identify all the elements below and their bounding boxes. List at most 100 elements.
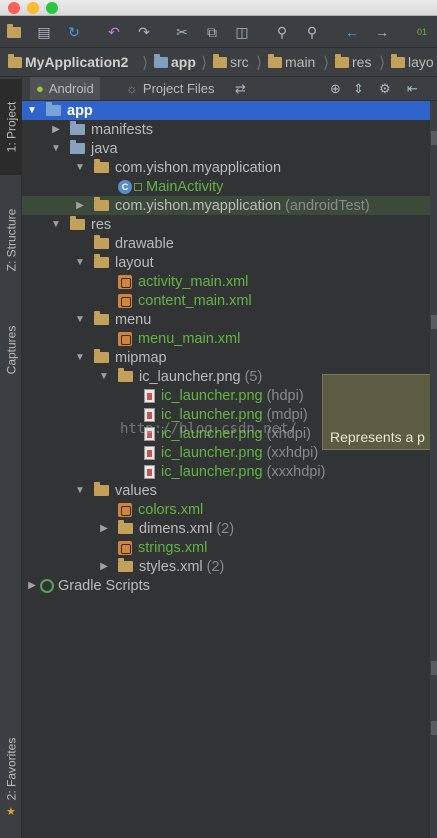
folder-icon xyxy=(70,121,85,135)
image-file-icon xyxy=(144,464,155,479)
values-xml-icon xyxy=(118,540,132,555)
watermark: http://blog.csdn.net/ xyxy=(120,421,298,437)
folder-icon xyxy=(70,140,85,154)
android-icon: ● xyxy=(36,81,44,96)
expanded-arrow-icon: ▼ xyxy=(75,485,85,496)
tree-node-package-main[interactable]: ▼ com.yishon.myapplication xyxy=(22,158,430,177)
view-switcher-arrows-icon[interactable]: ⇄ xyxy=(235,81,246,97)
image-file-icon xyxy=(144,407,155,422)
folder-icon xyxy=(70,216,85,230)
collapsed-arrow-icon: ▶ xyxy=(100,523,108,534)
find-icon[interactable]: ⚲ xyxy=(274,24,290,40)
breadcrumb-item-app[interactable]: app xyxy=(154,54,196,70)
tree-node-menu[interactable]: ▼ menu xyxy=(22,310,430,329)
tree-node-content-main-xml[interactable]: content_main.xml xyxy=(22,291,430,310)
class-icon: C xyxy=(118,179,132,194)
gradle-icon xyxy=(40,578,54,593)
forward-icon[interactable]: → xyxy=(374,24,390,40)
breadcrumb-item-layout[interactable]: layo xyxy=(391,54,434,70)
left-tool-window-bar: 1: Project Z: Structure Captures 2: Favo… xyxy=(0,77,22,838)
scroll-marker xyxy=(431,131,437,145)
tree-node-ic-launcher-xxxhdpi[interactable]: ic_launcher.png (xxxhdpi) xyxy=(22,462,430,481)
project-tree: ▼ app ▶ manifests ▼ java ▼ com.yishon.my… xyxy=(22,101,430,838)
tree-node-colors-xml[interactable]: colors.xml xyxy=(22,500,430,519)
tree-node-res[interactable]: ▼ res xyxy=(22,215,430,234)
scroll-from-source-icon[interactable]: ⊕ xyxy=(330,81,341,97)
hide-panel-icon[interactable]: ⇤ xyxy=(407,81,418,97)
tree-node-drawable[interactable]: drawable xyxy=(22,234,430,253)
star-icon: ★ xyxy=(6,806,16,818)
tab-project[interactable]: 1: Project xyxy=(0,79,22,175)
scroll-marker xyxy=(431,661,437,675)
main-toolbar: ▤ ↻ ↶ ↷ ✂ ⧉ ◫ ⚲ ⚲ ← → 01 xyxy=(0,16,437,48)
lock-icon xyxy=(134,182,142,191)
module-folder-icon xyxy=(46,102,61,116)
replace-icon[interactable]: ⚲ xyxy=(304,24,320,40)
folder-icon xyxy=(94,235,109,249)
tree-node-menu-main-xml[interactable]: menu_main.xml xyxy=(22,329,430,348)
minimize-window-button[interactable] xyxy=(27,2,39,14)
tab-structure[interactable]: Z: Structure xyxy=(0,185,22,295)
tree-node-layout[interactable]: ▼ layout xyxy=(22,253,430,272)
breadcrumb-item-res[interactable]: res xyxy=(335,54,371,70)
tree-node-app[interactable]: ▼ app xyxy=(22,101,430,120)
collapse-all-icon[interactable]: ⇕ xyxy=(353,81,364,97)
tree-node-strings-xml[interactable]: strings.xml xyxy=(22,538,430,557)
build-icon[interactable]: 01 xyxy=(414,24,430,40)
folder-icon xyxy=(118,368,133,382)
layout-xml-icon xyxy=(118,274,132,289)
breadcrumb-item-src[interactable]: src xyxy=(213,54,249,70)
copy-icon[interactable]: ⧉ xyxy=(204,24,220,40)
breadcrumb-item-main[interactable]: main xyxy=(268,54,315,70)
back-icon[interactable]: ← xyxy=(344,24,360,40)
gear-icon[interactable]: ⚙ xyxy=(379,81,391,97)
layout-xml-icon xyxy=(118,293,132,308)
collapsed-arrow-icon: ▶ xyxy=(52,124,60,135)
folder-icon xyxy=(268,54,282,68)
tree-node-styles-xml[interactable]: ▶ styles.xml (2) xyxy=(22,557,430,576)
breadcrumb-separator-icon: ⟩ xyxy=(201,55,208,72)
window-titlebar xyxy=(0,0,437,16)
breadcrumb-item-project[interactable]: MyApplication2 xyxy=(8,54,128,70)
scroll-marker xyxy=(431,721,437,735)
tree-node-manifests[interactable]: ▶ manifests xyxy=(22,120,430,139)
vertical-scrollbar[interactable] xyxy=(430,101,437,838)
image-file-icon xyxy=(144,445,155,460)
package-icon xyxy=(94,197,109,211)
folder-icon xyxy=(391,54,405,68)
expanded-arrow-icon: ▼ xyxy=(99,371,109,382)
tree-node-values[interactable]: ▼ values xyxy=(22,481,430,500)
tree-node-dimens-xml[interactable]: ▶ dimens.xml (2) xyxy=(22,519,430,538)
tree-node-main-activity[interactable]: C MainActivity xyxy=(22,177,430,196)
project-panel-header: ● Android ☼ Project Files ⇄ ⊕ ⇕ ⚙ ⇤ xyxy=(22,77,437,101)
undo-icon[interactable]: ↶ xyxy=(106,24,122,40)
cut-icon[interactable]: ✂ xyxy=(174,24,190,40)
package-icon xyxy=(94,159,109,173)
folder-icon xyxy=(213,54,227,68)
image-file-icon xyxy=(144,388,155,403)
tab-project-files-view[interactable]: ☼ Project Files xyxy=(120,77,220,100)
expanded-arrow-icon: ▼ xyxy=(75,314,85,325)
tree-node-package-test[interactable]: ▶ com.yishon.myapplication (androidTest) xyxy=(22,196,430,215)
expanded-arrow-icon: ▼ xyxy=(75,257,85,268)
paste-icon[interactable]: ◫ xyxy=(234,24,250,40)
tree-node-mipmap[interactable]: ▼ mipmap xyxy=(22,348,430,367)
globe-icon: ☼ xyxy=(126,81,138,96)
tab-android-view[interactable]: ● Android xyxy=(30,77,100,100)
folder-icon xyxy=(94,311,109,325)
folder-icon xyxy=(94,349,109,363)
tree-node-gradle-scripts[interactable]: ▶ Gradle Scripts xyxy=(22,576,430,595)
close-window-button[interactable] xyxy=(8,2,20,14)
redo-icon[interactable]: ↷ xyxy=(136,24,152,40)
expanded-arrow-icon: ▼ xyxy=(27,105,37,116)
expanded-arrow-icon: ▼ xyxy=(51,143,61,154)
breadcrumb: MyApplication2 ⟩ app ⟩ src ⟩ main ⟩ res … xyxy=(0,48,437,77)
tab-captures[interactable]: Captures xyxy=(0,305,22,395)
sync-icon[interactable]: ↻ xyxy=(66,24,82,40)
tree-node-activity-main-xml[interactable]: activity_main.xml xyxy=(22,272,430,291)
expanded-arrow-icon: ▼ xyxy=(75,162,85,173)
open-folder-icon[interactable] xyxy=(6,24,22,40)
save-icon[interactable]: ▤ xyxy=(36,24,52,40)
tree-node-java[interactable]: ▼ java xyxy=(22,139,430,158)
zoom-window-button[interactable] xyxy=(46,2,58,14)
